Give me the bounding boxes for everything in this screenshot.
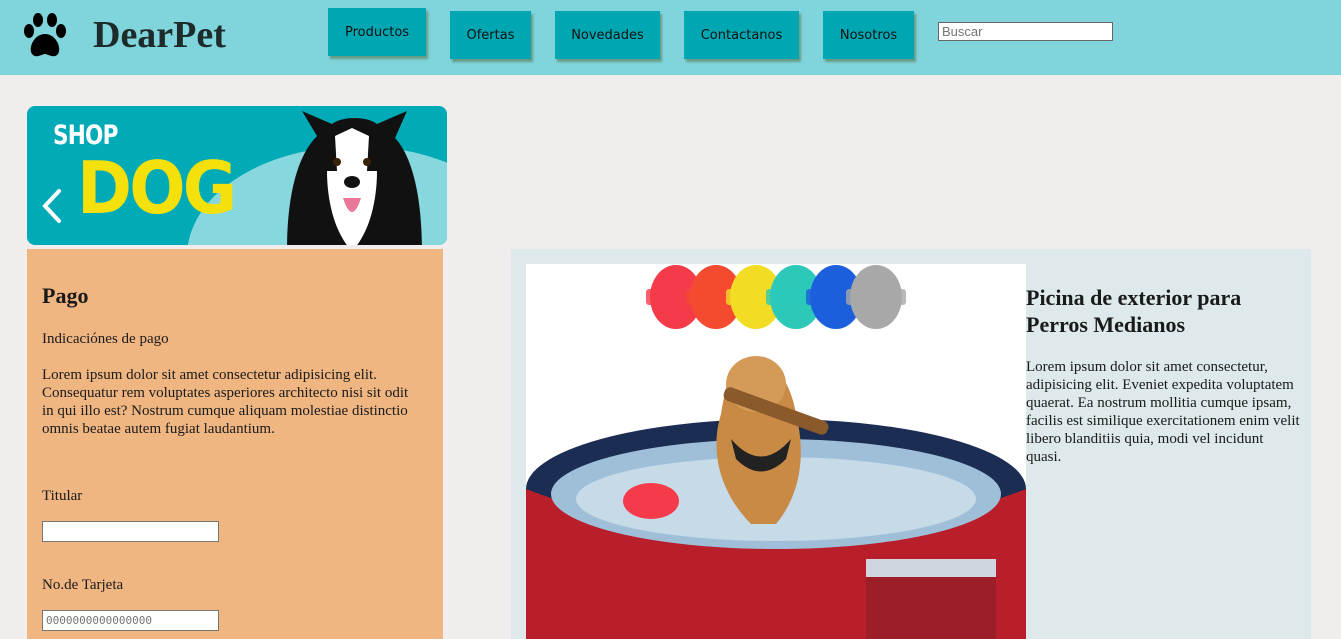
payment-description: Lorem ipsum dolor sit amet consectetur a… (42, 367, 409, 437)
titular-field[interactable] (42, 521, 219, 542)
nav-novedades[interactable]: Novedades (555, 11, 660, 59)
pool-illustration (526, 265, 1026, 639)
nav-contactanos[interactable]: Contactanos (684, 11, 799, 59)
chevron-left-icon[interactable] (39, 186, 67, 226)
grooming-brushes (646, 265, 906, 329)
product-title[interactable]: Picina de exterior para Perros Medianos (1026, 284, 1286, 338)
nav-ofertas[interactable]: Ofertas (450, 11, 531, 59)
nav-productos[interactable]: Productos (328, 8, 426, 56)
payment-title: Pago (42, 283, 89, 308)
shop-dog-banner[interactable]: SHOP DOG (27, 106, 447, 245)
grooming-brush-strap (846, 289, 906, 305)
paw-icon[interactable] (20, 12, 70, 60)
titular-label: Titular (42, 488, 83, 504)
search-input[interactable] (938, 22, 1113, 41)
payment-subtitle: Indicaciónes de pago (42, 331, 169, 347)
payment-panel: Pago Indicaciónes de pago Lorem ipsum do… (27, 249, 443, 639)
product-description: Lorem ipsum dolor sit amet consectetur, … (1026, 359, 1300, 465)
site-header: DearPet Productos Ofertas Novedades Cont… (0, 0, 1341, 75)
card-number-label: No.de Tarjeta (42, 577, 124, 593)
nav-nosotros[interactable]: Nosotros (823, 11, 914, 59)
dog-photo (287, 111, 422, 245)
product-card: Picina de exterior para Perros Medianos … (511, 249, 1311, 639)
brand-name[interactable]: DearPet (93, 12, 226, 58)
banner-dog-text: DOG (77, 146, 237, 230)
card-number-field[interactable] (42, 610, 219, 631)
product-image[interactable] (526, 264, 1026, 639)
